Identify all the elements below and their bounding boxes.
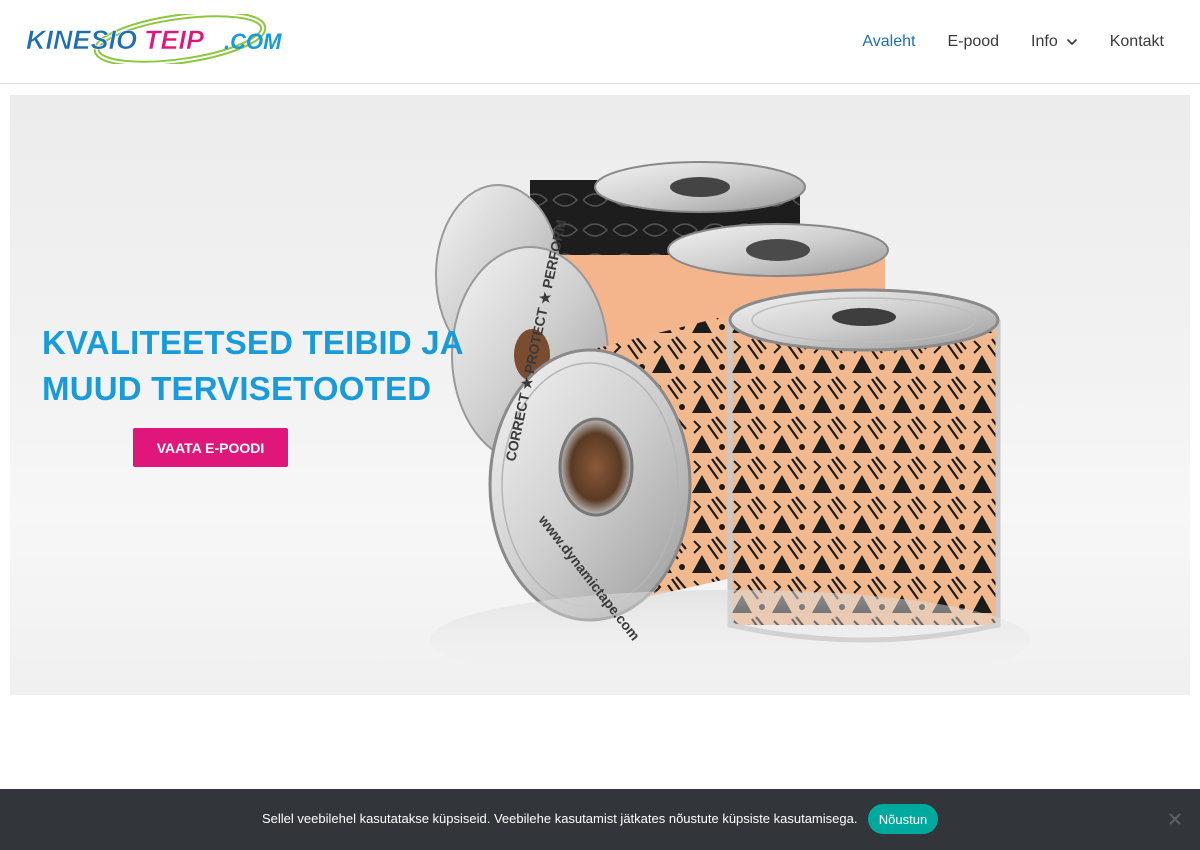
nav-label: Info — [1031, 33, 1058, 50]
logo-com: .COM — [224, 29, 282, 54]
nav-label: Avaleht — [862, 33, 916, 50]
logo-graphic: KINESIO TEIP .COM — [26, 14, 282, 64]
nav-label: Kontakt — [1109, 33, 1164, 50]
hero-title: KVALITEETSED TEIBID JA MUUD TERVISETOOTE… — [42, 324, 463, 407]
site-header: KINESIO TEIP .COM Avaleht E-pood Info Ko… — [0, 0, 1200, 84]
cookie-text: Sellel veebilehel kasutatakse küpsiseid.… — [262, 811, 858, 826]
cookie-notice: Sellel veebilehel kasutatakse küpsiseid.… — [0, 789, 1200, 850]
nav-item-e-pood[interactable]: E-pood — [947, 33, 999, 51]
nav-item-kontakt[interactable]: Kontakt — [1110, 33, 1164, 51]
hero-banner: CORRECT ★ PROTECT ★ PERFORM www.dynamict… — [10, 95, 1190, 695]
logo-teip: TEIP — [144, 25, 205, 55]
nav-item-avaleht[interactable]: Avaleht — [862, 33, 915, 51]
close-icon[interactable] — [1167, 811, 1183, 827]
site-logo[interactable]: KINESIO TEIP .COM — [24, 14, 292, 64]
logo-kinesio: KINESIO — [26, 25, 137, 55]
nav-item-info[interactable]: Info — [1031, 33, 1078, 51]
shop-button[interactable]: VAATA E-POODI — [133, 428, 288, 467]
chevron-down-icon — [1066, 38, 1077, 46]
nav-label: E-pood — [947, 33, 1000, 50]
main-nav: Avaleht E-pood Info Kontakt — [830, 0, 1164, 84]
cookie-accept-button[interactable]: Nõustun — [868, 804, 938, 834]
